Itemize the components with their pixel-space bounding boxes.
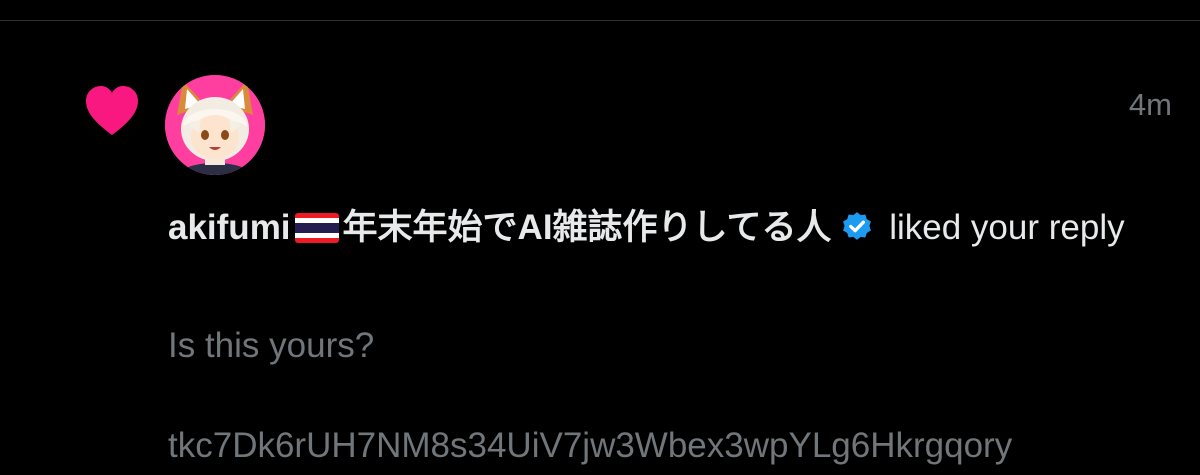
timestamp: 4m bbox=[1128, 87, 1172, 122]
thailand-flag-icon bbox=[294, 213, 339, 243]
like-notification[interactable]: 4m akifumi 年末年始でAI雑誌作りしてる人 liked your re… bbox=[0, 21, 1200, 475]
avatar-image bbox=[165, 75, 265, 175]
notification-headline: akifumi 年末年始でAI雑誌作りしてる人 liked your reply bbox=[168, 203, 1128, 253]
heart-icon bbox=[86, 86, 138, 135]
avatar[interactable] bbox=[165, 75, 265, 175]
action-text: liked your reply bbox=[879, 208, 1125, 247]
verified-badge-icon bbox=[842, 212, 871, 240]
display-name-text: akifumi bbox=[168, 208, 291, 247]
liked-reply-text[interactable]: Is this yours? tkc7Dk6rUH7NM8s34UiV7jw3W… bbox=[168, 321, 1168, 471]
user-display-name[interactable]: akifumi 年末年始でAI雑誌作りしてる人 bbox=[168, 208, 832, 247]
display-name-suffix: 年末年始でAI雑誌作りしてる人 bbox=[342, 208, 832, 247]
